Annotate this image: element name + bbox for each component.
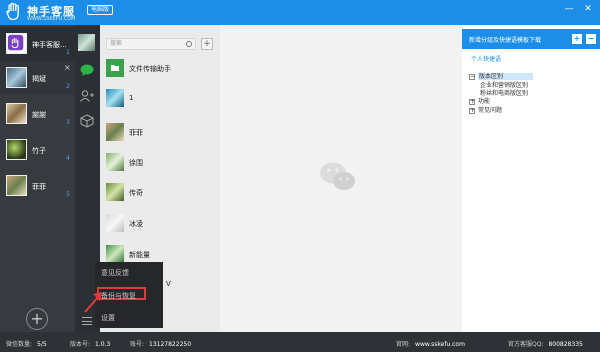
contact-name: 徐围: [129, 159, 143, 167]
add-account-button[interactable]: +: [26, 308, 48, 330]
search-input[interactable]: 搜索: [106, 38, 196, 50]
list-item[interactable]: 传奇: [100, 181, 220, 207]
account-number: 5: [66, 191, 70, 198]
wechat-count: 微信数量: 5/5: [6, 341, 47, 348]
expand-icon[interactable]: +: [469, 107, 475, 114]
account-name: 竹子: [32, 147, 46, 155]
contact-avatar: [106, 153, 124, 171]
add-contact-button[interactable]: +: [201, 38, 213, 50]
account-avatar: [6, 67, 27, 88]
contact-avatar: [106, 89, 124, 107]
list-item[interactable]: 菲菲: [100, 121, 220, 147]
close-account-icon[interactable]: ×: [64, 63, 71, 72]
qq-info: 官方客服QQ: 800828335: [508, 341, 583, 348]
account-name: 謝謝: [32, 111, 46, 119]
wechat-watermark-icon: [320, 162, 355, 190]
panel-header: 新增分组及快捷语模板下载 + −: [462, 29, 600, 49]
account-name: 菲菲: [32, 183, 46, 191]
settings-menu-item[interactable]: 设置: [101, 313, 115, 323]
account-name: 神手客服...: [32, 41, 67, 49]
contact-avatar: [106, 183, 124, 201]
contact-name: 菲菲: [129, 129, 143, 137]
account-number: 4: [66, 155, 70, 162]
folder-icon: [106, 59, 124, 77]
backup-menu-item[interactable]: 备份与恢复: [101, 291, 136, 301]
account-info: 账号: 13127822250: [130, 341, 192, 348]
account-item[interactable]: 竹子 4: [0, 133, 75, 167]
account-number: 2: [66, 83, 70, 90]
collapse-icon[interactable]: −: [469, 73, 475, 80]
expand-icon[interactable]: +: [469, 98, 475, 105]
quick-reply-panel: 新增分组及快捷语模板下载 + − 个人快捷语 − 版本区别 企业和营销版区别 粉丝…: [462, 25, 600, 332]
search-icon: [186, 41, 192, 47]
contact-avatar: [106, 214, 124, 232]
account-item[interactable]: 菲菲 5: [0, 169, 75, 203]
version-info: 版本号: 1.0.3: [70, 341, 111, 348]
panel-title: 新增分组及快捷语模板下载: [469, 37, 542, 44]
account-number: 1: [66, 49, 70, 56]
list-item[interactable]: 1: [100, 87, 220, 113]
list-item[interactable]: 文件传输助手: [100, 57, 220, 83]
website-info: 官网: www.sskefu.com: [396, 341, 465, 348]
account-item[interactable]: 神手客服... 1: [0, 27, 75, 61]
status-bar: 微信数量: 5/5 版本号: 1.0.3 账号: 13127822250 官网: www…: [0, 332, 600, 352]
account-name: 揭斌: [32, 75, 46, 83]
tree-node[interactable]: + 常见问题: [469, 105, 502, 114]
website-link[interactable]: www.sskefu.com: [415, 341, 465, 348]
hand-logo-icon: [6, 3, 19, 21]
arrow-icon: [84, 292, 102, 313]
list-item[interactable]: 徐围: [100, 151, 220, 177]
contact-avatar: [106, 245, 124, 263]
box-icon[interactable]: [79, 114, 95, 128]
account-avatar: [6, 103, 27, 124]
contact-name: 传奇: [129, 189, 143, 197]
chat-area: [220, 25, 462, 332]
title-bar: 神手客服 WWW.SSKEFU.COM 电脑版 — ✕: [0, 0, 600, 25]
menu-icon[interactable]: [82, 317, 92, 325]
list-item[interactable]: 冰凌: [100, 212, 220, 238]
settings-menu: 意见反馈 备份与恢复 设置: [95, 262, 163, 328]
current-avatar[interactable]: [78, 34, 95, 51]
contact-avatar: [106, 123, 124, 141]
feedback-menu-item[interactable]: 意见反馈: [101, 268, 129, 278]
personal-quick-reply-link[interactable]: 个人快捷语: [471, 54, 501, 63]
contact-name: 1: [129, 94, 134, 102]
account-item[interactable]: 謝謝 3: [0, 97, 75, 131]
contact-name: 文件传输助手: [129, 65, 171, 73]
brand-url: WWW.SSKEFU.COM: [27, 16, 76, 22]
contacts-icon[interactable]: [79, 89, 95, 103]
contact-name: V: [166, 280, 171, 288]
add-group-button[interactable]: +: [572, 34, 582, 44]
chat-icon[interactable]: [79, 63, 95, 77]
tree-node[interactable]: + 功能: [469, 96, 490, 105]
account-sidebar: 神手客服... 1 揭斌 × 2 謝謝 3 竹子 4 菲菲 5 +: [0, 25, 75, 332]
contact-name: 新能量: [129, 251, 150, 259]
tree-node[interactable]: − 版本区别: [469, 71, 534, 80]
account-avatar: [6, 33, 27, 54]
account-avatar: [6, 139, 27, 160]
hand-logo-icon: [7, 34, 24, 51]
contact-name: 冰凌: [129, 220, 143, 228]
account-number: 3: [66, 119, 70, 126]
edition-badge: 电脑版: [87, 5, 114, 15]
remove-group-button[interactable]: −: [586, 34, 596, 44]
account-avatar: [6, 175, 27, 196]
minimize-button[interactable]: —: [563, 3, 575, 15]
close-button[interactable]: ✕: [582, 3, 594, 15]
account-item[interactable]: 揭斌 × 2: [0, 61, 75, 95]
